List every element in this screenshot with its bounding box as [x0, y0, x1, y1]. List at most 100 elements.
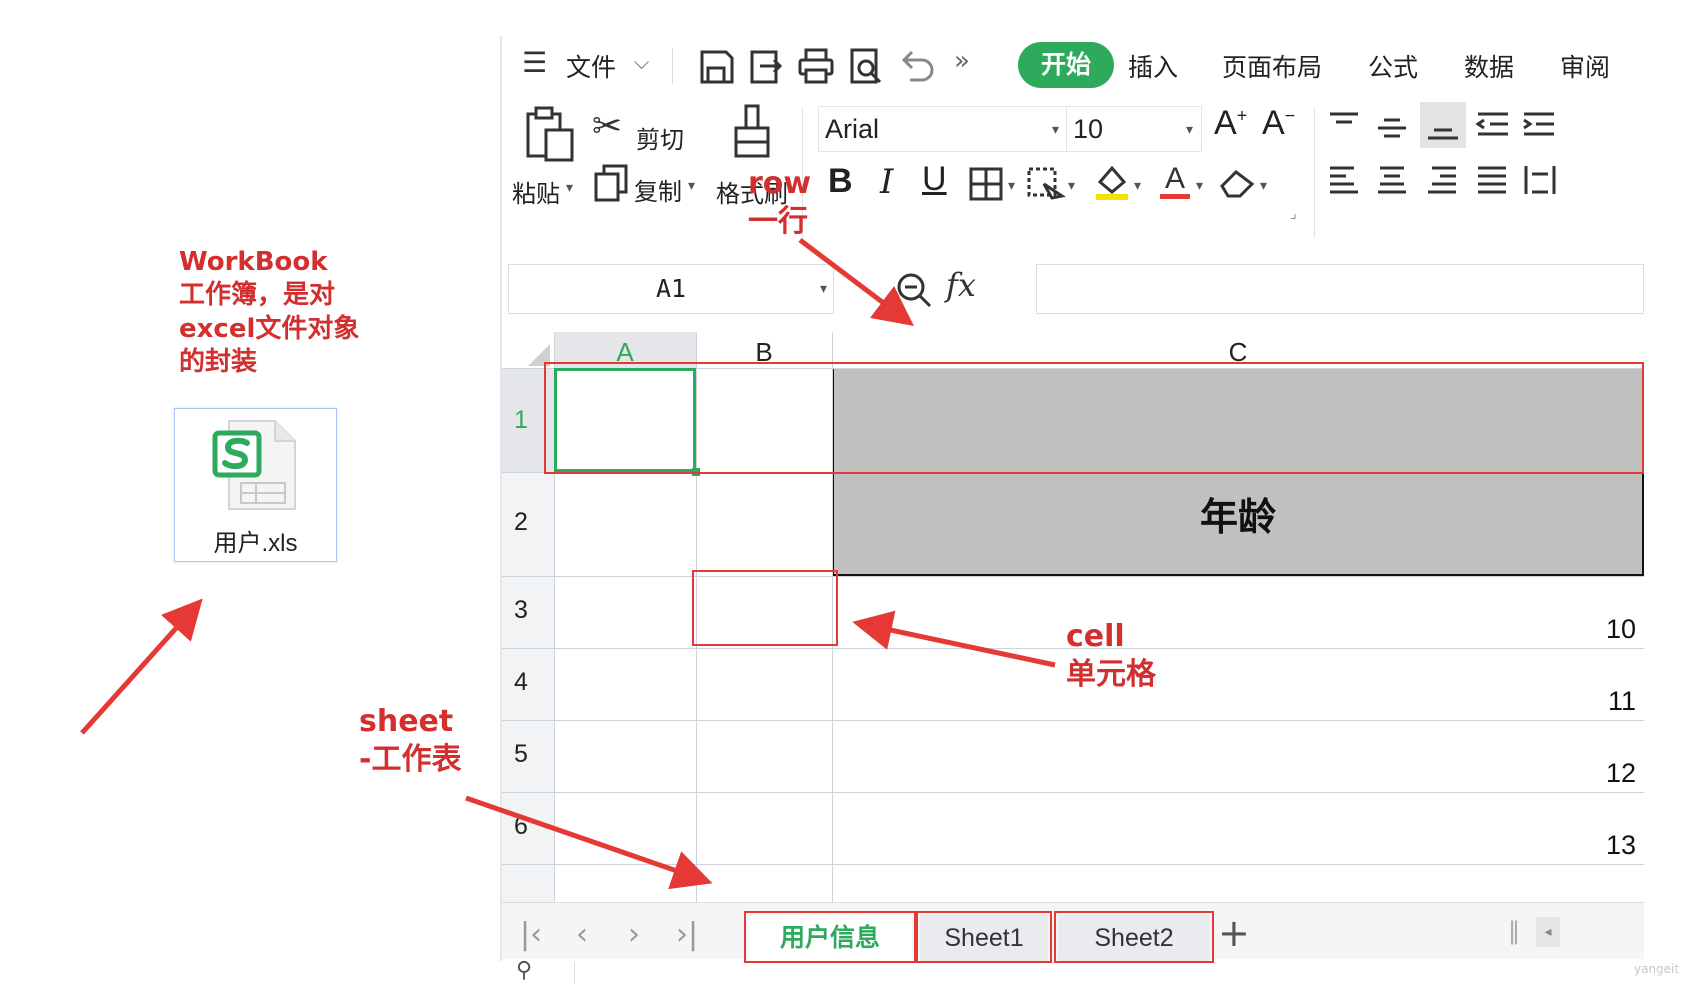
chevron-down-icon: ▾ — [1196, 178, 1204, 194]
menu-bar: ☰ 文件 ⌵ » 开始 插入 页面布局 公式 数据 审阅 — [502, 36, 1644, 96]
file-name: 用户.xls — [213, 530, 298, 557]
font-size-select[interactable]: 10 ▾ — [1066, 106, 1202, 152]
watermark: yangeit — [1634, 962, 1680, 976]
chevron-down-icon: ▾ — [1185, 121, 1193, 137]
next-sheet-icon[interactable]: › — [628, 917, 640, 952]
bold-icon[interactable]: B — [828, 162, 853, 201]
fill-color-icon[interactable] — [1092, 162, 1132, 202]
split-handle-icon[interactable]: ‖ — [1508, 917, 1520, 945]
cell-value: 12 — [1605, 758, 1636, 788]
zoom-search-icon[interactable] — [894, 270, 934, 310]
increase-font-size-icon[interactable]: A+ — [1214, 104, 1247, 143]
chevron-down-icon: ▾ — [819, 281, 827, 297]
row-header-3[interactable]: 3 — [502, 596, 554, 625]
file-icon-card[interactable]: 用户.xls — [174, 408, 337, 562]
decrease-indent-icon[interactable] — [1474, 108, 1512, 142]
tab-review[interactable]: 审阅 — [1560, 48, 1610, 84]
cell-value: 13 — [1605, 830, 1636, 860]
export-icon[interactable] — [746, 46, 786, 86]
tab-data[interactable]: 数据 — [1464, 48, 1514, 84]
cell-value: 11 — [1607, 686, 1636, 716]
spreadsheet-file-icon — [212, 420, 296, 510]
chevron-down-icon: ▾ — [1260, 178, 1268, 194]
save-icon[interactable] — [696, 46, 736, 86]
chevron-down-icon: ▾ — [1008, 178, 1016, 194]
cell-c4[interactable]: 11 — [832, 648, 1644, 720]
undo-icon[interactable] — [896, 46, 936, 86]
scissors-icon[interactable]: ✂ — [592, 106, 622, 147]
sheet-tab-highlight — [916, 911, 1052, 963]
grid-line — [502, 864, 1644, 865]
fx-icon[interactable]: fx — [946, 266, 976, 304]
cell-c5[interactable]: 12 — [832, 720, 1644, 792]
cell-c3[interactable]: 10 — [832, 576, 1644, 648]
row-header-2[interactable]: 2 — [502, 508, 554, 537]
font-color-icon[interactable]: A — [1158, 162, 1192, 202]
name-box[interactable]: A1 ▾ — [508, 264, 834, 314]
first-sheet-icon[interactable]: |‹ — [520, 917, 542, 952]
chevron-down-icon: ▾ — [1068, 178, 1076, 194]
status-bar: ⚲ — [502, 958, 1644, 988]
copy-icon[interactable] — [594, 164, 630, 202]
font-name-select[interactable]: Arial ▾ — [818, 106, 1068, 152]
spreadsheet-grid: A B C 年龄 1 2 3 4 5 6 10 11 12 13 — [502, 332, 1644, 902]
workbook-arrow — [80, 598, 203, 735]
last-sheet-icon[interactable]: ›| — [676, 917, 698, 952]
sheet-tab-bar: |‹ ‹ › ›| 用户信息 Sheet1 Sheet2 + ‖ ◂ — [502, 902, 1644, 963]
workbook-annotation: WorkBook 工作簿，是对 excel文件对象 的封装 — [179, 247, 360, 377]
chevron-down-icon: ⌵ — [634, 50, 650, 74]
row-header-6[interactable]: 6 — [502, 812, 554, 841]
tab-insert[interactable]: 插入 — [1128, 48, 1178, 84]
font-name-value: Arial — [825, 114, 880, 144]
cell-value: 10 — [1605, 614, 1636, 644]
chevron-down-icon: ▾ — [688, 178, 696, 194]
chevron-down-icon: ▾ — [1134, 178, 1142, 194]
distribute-icon[interactable] — [1522, 162, 1558, 198]
borders-icon[interactable] — [968, 166, 1004, 202]
divider — [1314, 108, 1315, 238]
align-top-icon[interactable] — [1326, 108, 1362, 142]
cell-highlight-box — [692, 570, 838, 646]
justify-icon[interactable] — [1474, 162, 1510, 198]
print-icon[interactable] — [796, 46, 836, 86]
spreadsheet-app: ☰ 文件 ⌵ » 开始 插入 页面布局 公式 数据 审阅 粘贴 ▾ ✂ 剪切 复… — [500, 36, 1644, 984]
age-header-label: 年龄 — [1199, 494, 1276, 539]
add-sheet-button[interactable]: + — [1218, 911, 1250, 955]
paste-button[interactable]: 粘贴 — [512, 174, 560, 209]
cell-annotation: cell 单元格 — [1066, 619, 1156, 693]
row-header-5[interactable]: 5 — [502, 740, 554, 769]
format-painter-icon[interactable] — [730, 102, 774, 160]
svg-text:A: A — [1165, 162, 1185, 195]
copy-button[interactable]: 复制 — [634, 172, 682, 207]
tab-home[interactable]: 开始 — [1018, 42, 1114, 88]
cell-c6[interactable]: 13 — [832, 792, 1644, 864]
tab-formulas[interactable]: 公式 — [1368, 48, 1418, 84]
align-middle-icon[interactable] — [1374, 108, 1410, 142]
fill-format-icon[interactable] — [1026, 166, 1066, 202]
print-preview-icon[interactable] — [846, 46, 886, 86]
sheet-tab-highlight — [744, 911, 916, 963]
dialog-launcher-icon[interactable]: ⌟ — [1290, 206, 1297, 222]
cut-button[interactable]: 剪切 — [636, 120, 684, 155]
align-left-icon[interactable] — [1326, 162, 1362, 198]
hamburger-icon: ☰ — [522, 46, 548, 79]
tab-page-layout[interactable]: 页面布局 — [1222, 48, 1322, 84]
align-bottom-icon[interactable] — [1420, 102, 1466, 148]
more-icon[interactable]: » — [954, 46, 970, 76]
underline-icon[interactable]: U — [922, 160, 947, 199]
row-annotation: row 一行 — [748, 166, 812, 240]
status-icon[interactable]: ⚲ — [516, 958, 532, 983]
italic-icon[interactable]: I — [880, 162, 893, 202]
row-header-4[interactable]: 4 — [502, 668, 554, 697]
increase-indent-icon[interactable] — [1520, 108, 1558, 142]
chevron-down-icon: ▾ — [566, 180, 574, 196]
align-right-icon[interactable] — [1424, 162, 1460, 198]
paste-icon[interactable] — [524, 106, 576, 162]
scroll-left-button[interactable]: ◂ — [1536, 917, 1560, 947]
formula-input[interactable] — [1036, 264, 1644, 314]
ribbon: 粘贴 ▾ ✂ 剪切 复制 ▾ 格式刷 Arial ▾ 10 ▾ A+ A− B … — [502, 98, 1644, 268]
prev-sheet-icon[interactable]: ‹ — [576, 917, 588, 952]
decrease-font-size-icon[interactable]: A− — [1262, 104, 1295, 143]
eraser-icon[interactable] — [1218, 164, 1258, 200]
align-center-icon[interactable] — [1374, 162, 1410, 198]
